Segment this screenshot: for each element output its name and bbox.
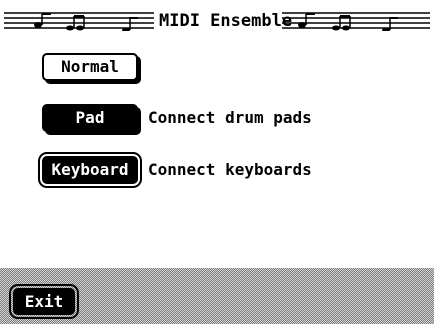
music-staff-icon <box>282 12 430 31</box>
pad-button[interactable]: Pad <box>42 104 138 132</box>
midi-ensemble-screen: MIDI Ensemble Normal Pad Connect drum pa… <box>0 0 434 324</box>
pad-description: Connect drum pads <box>148 108 312 127</box>
keyboard-button[interactable]: Keyboard <box>38 152 142 188</box>
page-title: MIDI Ensemble <box>159 11 293 31</box>
exit-button[interactable]: Exit <box>9 284 79 319</box>
keyboard-description: Connect keyboards <box>148 160 312 179</box>
normal-button[interactable]: Normal <box>42 53 138 81</box>
music-staff-icon <box>4 12 154 31</box>
title-bar: MIDI Ensemble <box>0 0 434 40</box>
